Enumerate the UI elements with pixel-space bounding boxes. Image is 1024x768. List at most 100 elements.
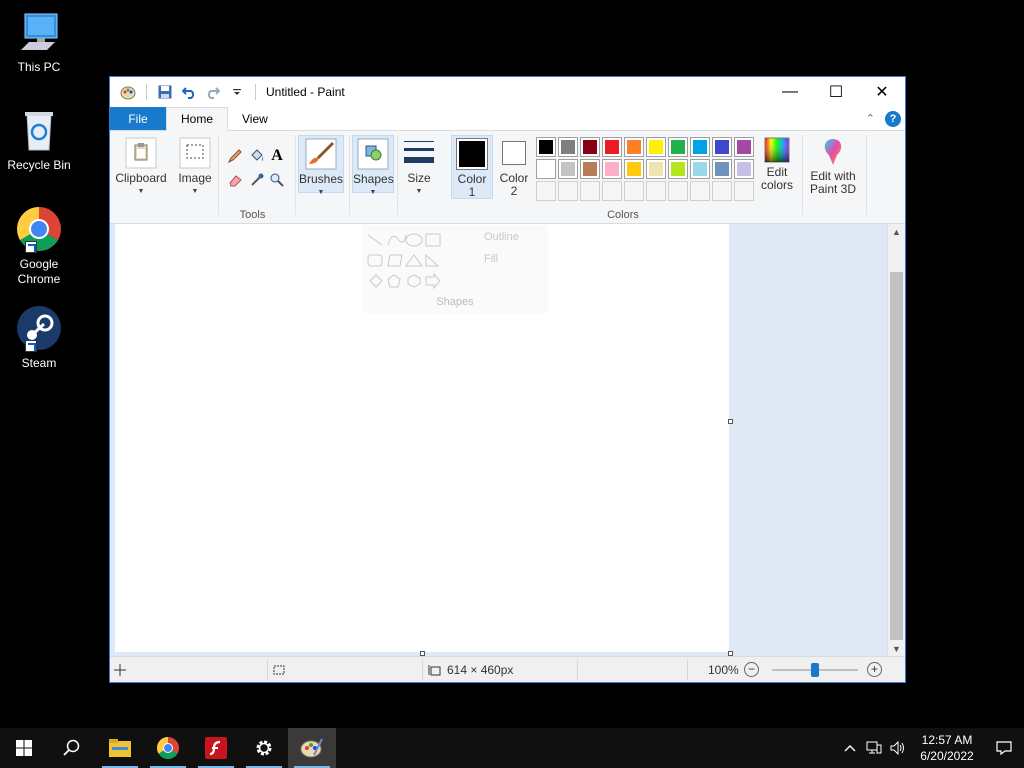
palette-custom-slot[interactable] bbox=[668, 181, 688, 201]
resize-handle-right[interactable] bbox=[728, 419, 733, 424]
start-button[interactable] bbox=[0, 728, 48, 768]
vertical-scrollbar[interactable]: ▲ ▼ bbox=[887, 224, 905, 657]
zoom-in-button[interactable]: + bbox=[867, 662, 882, 677]
palette-custom-slot[interactable] bbox=[558, 181, 578, 201]
color1-button[interactable]: Color 1 bbox=[451, 135, 493, 199]
palette-custom-slot[interactable] bbox=[646, 181, 666, 201]
notifications-icon[interactable] bbox=[984, 740, 1024, 756]
edit-colors-line1: Edit bbox=[766, 165, 788, 179]
palette-swatch[interactable] bbox=[602, 159, 622, 179]
palette-swatch[interactable] bbox=[624, 159, 644, 179]
pencil-icon[interactable] bbox=[224, 145, 246, 167]
color1-swatch bbox=[459, 141, 485, 167]
palette-swatch[interactable] bbox=[580, 159, 600, 179]
close-button[interactable]: ✕ bbox=[859, 77, 905, 107]
shapes-button[interactable]: Shapes ▼ bbox=[352, 135, 394, 196]
maximize-button[interactable]: ☐ bbox=[813, 77, 859, 107]
palette-swatch[interactable] bbox=[668, 137, 688, 157]
palette-custom-slot[interactable] bbox=[712, 181, 732, 201]
palette-swatch[interactable] bbox=[602, 137, 622, 157]
shortcut-arrow-icon bbox=[25, 340, 37, 352]
palette-swatch[interactable] bbox=[690, 159, 710, 179]
tab-view[interactable]: View bbox=[228, 107, 282, 130]
palette-swatch[interactable] bbox=[734, 137, 754, 157]
color2-label-line1: Color bbox=[499, 171, 529, 185]
palette-swatch-color bbox=[737, 140, 751, 154]
minimize-button[interactable]: — bbox=[767, 77, 813, 107]
edit-colors-button[interactable]: Edit colors bbox=[757, 135, 797, 199]
status-separator bbox=[577, 660, 578, 680]
taskbar-settings[interactable] bbox=[240, 728, 288, 768]
chevron-down-icon: ▼ bbox=[369, 189, 377, 196]
text-icon[interactable]: A bbox=[266, 145, 288, 167]
clock-date: 6/20/2022 bbox=[920, 749, 974, 763]
taskbar-flash[interactable] bbox=[192, 728, 240, 768]
chevron-down-icon: ▼ bbox=[317, 189, 325, 196]
taskbar-paint[interactable] bbox=[288, 728, 336, 768]
select-icon bbox=[179, 137, 211, 169]
palette-custom-slot[interactable] bbox=[580, 181, 600, 201]
tools-group: A Tools bbox=[220, 133, 285, 221]
clipboard-button[interactable]: Clipboard ▼ bbox=[114, 135, 168, 217]
palette-swatch[interactable] bbox=[646, 159, 666, 179]
palette-custom-slot[interactable] bbox=[536, 181, 556, 201]
toolbar-separator bbox=[255, 84, 256, 100]
scroll-up-icon[interactable]: ▲ bbox=[888, 224, 905, 240]
taskbar-file-explorer[interactable] bbox=[96, 728, 144, 768]
magnifier-icon[interactable] bbox=[266, 169, 288, 191]
palette-custom-slot[interactable] bbox=[624, 181, 644, 201]
window-title: Untitled - Paint bbox=[266, 85, 345, 99]
network-icon[interactable] bbox=[862, 741, 886, 755]
undo-icon[interactable] bbox=[179, 82, 199, 102]
eraser-icon[interactable] bbox=[224, 169, 246, 191]
chevron-down-icon: ▼ bbox=[191, 188, 199, 195]
save-icon[interactable] bbox=[155, 82, 175, 102]
palette-swatch[interactable] bbox=[580, 137, 600, 157]
title-bar[interactable]: Untitled - Paint — ☐ ✕ bbox=[110, 77, 905, 107]
palette-swatch[interactable] bbox=[734, 159, 754, 179]
palette-swatch[interactable] bbox=[668, 159, 688, 179]
desktop-icon-steam[interactable]: Steam bbox=[4, 304, 74, 371]
size-button[interactable]: Size ▼ bbox=[400, 135, 438, 195]
scroll-thumb[interactable] bbox=[890, 272, 903, 640]
palette-swatch[interactable] bbox=[712, 137, 732, 157]
color2-button[interactable]: Color 2 bbox=[495, 135, 533, 199]
chevron-up-icon[interactable] bbox=[838, 744, 862, 752]
palette-swatch[interactable] bbox=[624, 137, 644, 157]
palette-swatch[interactable] bbox=[536, 137, 556, 157]
palette-swatch[interactable] bbox=[558, 137, 578, 157]
palette-swatch[interactable] bbox=[690, 137, 710, 157]
tab-home[interactable]: Home bbox=[166, 107, 229, 131]
zoom-slider-thumb[interactable] bbox=[811, 663, 819, 677]
palette-custom-slot[interactable] bbox=[734, 181, 754, 201]
paint-app-icon[interactable] bbox=[118, 82, 138, 102]
fill-bucket-icon[interactable] bbox=[246, 145, 268, 167]
desktop-icon-recycle-bin[interactable]: Recycle Bin bbox=[4, 106, 74, 173]
clock[interactable]: 12:57 AM 6/20/2022 bbox=[910, 732, 984, 764]
help-icon[interactable]: ? bbox=[885, 110, 901, 127]
desktop-icon-this-pc[interactable]: This PC bbox=[4, 8, 74, 75]
palette-swatch[interactable] bbox=[712, 159, 732, 179]
zoom-out-button[interactable]: − bbox=[744, 662, 759, 677]
palette-swatch[interactable] bbox=[536, 159, 556, 179]
search-button[interactable] bbox=[48, 728, 96, 768]
group-separator bbox=[397, 135, 398, 215]
image-button[interactable]: Image ▼ bbox=[175, 135, 215, 217]
taskbar-chrome[interactable] bbox=[144, 728, 192, 768]
palette-swatch[interactable] bbox=[558, 159, 578, 179]
scroll-down-icon[interactable]: ▼ bbox=[888, 641, 905, 657]
redo-icon[interactable] bbox=[203, 82, 223, 102]
collapse-ribbon-icon[interactable]: ⌃ bbox=[866, 112, 875, 125]
palette-custom-slot[interactable] bbox=[690, 181, 710, 201]
palette-custom-slot[interactable] bbox=[602, 181, 622, 201]
edit-with-paint3d-button[interactable]: Edit with Paint 3D bbox=[807, 135, 859, 199]
customize-toolbar-icon[interactable] bbox=[227, 82, 247, 102]
volume-icon[interactable] bbox=[886, 741, 910, 755]
shortcut-arrow-icon bbox=[25, 241, 37, 253]
desktop-icon-google-chrome[interactable]: Google Chrome bbox=[4, 205, 74, 287]
brushes-button[interactable]: Brushes ▼ bbox=[298, 135, 344, 196]
color-picker-icon[interactable] bbox=[246, 169, 268, 191]
palette-swatch[interactable] bbox=[646, 137, 666, 157]
tab-file[interactable]: File bbox=[110, 107, 166, 130]
palette-swatch-color bbox=[539, 162, 553, 176]
